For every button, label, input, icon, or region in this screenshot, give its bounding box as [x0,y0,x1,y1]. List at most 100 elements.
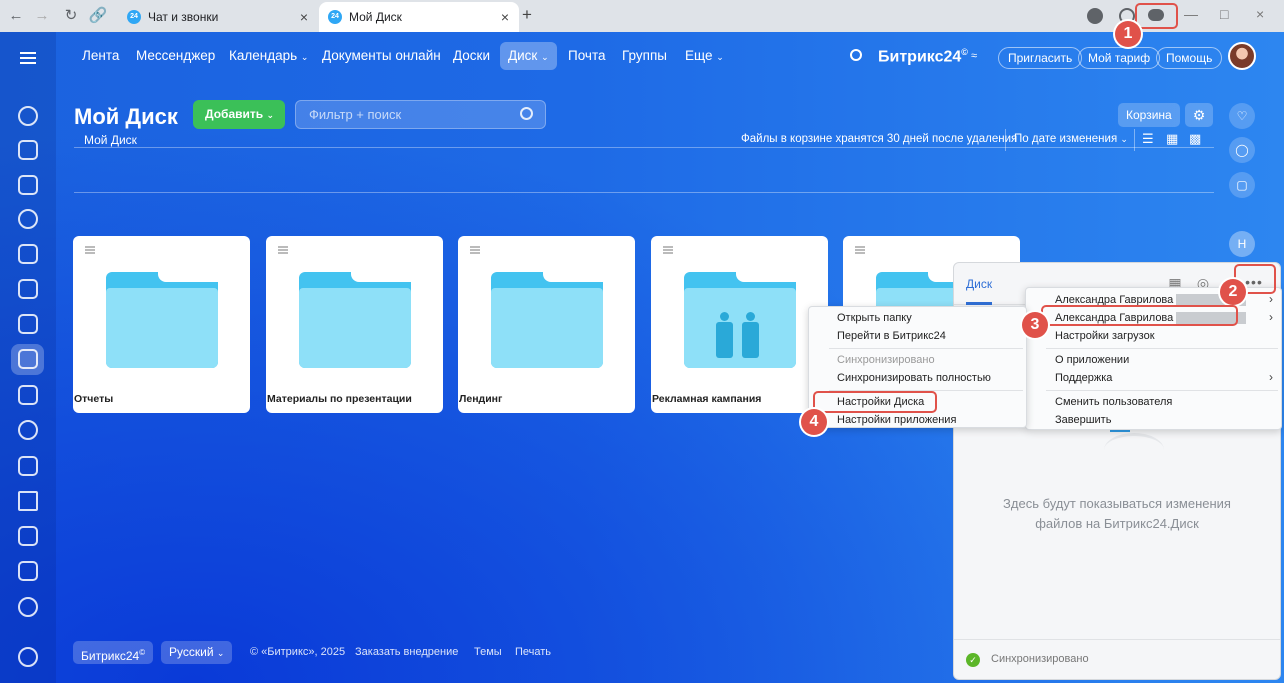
invite-button[interactable]: Пригласить [998,47,1083,69]
user-avatar[interactable] [1228,42,1256,70]
help-button[interactable]: Помощь [1156,47,1223,69]
menu-item-app-settings[interactable]: Настройки приложения [837,411,956,429]
notifications-icon[interactable]: ♡ [1229,103,1255,129]
drag-handle-icon[interactable] [855,246,865,248]
disk-status-bar: ✓ Синхронизировано [954,639,1280,679]
nav-calendar[interactable]: Календарь ⌄ [229,42,308,70]
menu-item-upload-settings[interactable]: Настройки загрузок [1055,327,1155,345]
nav-feed[interactable]: Лента [82,42,119,70]
close-tab-icon[interactable]: × [300,2,308,32]
folder-card[interactable]: Рекламная кампания [651,236,828,413]
drive-icon[interactable] [18,349,38,369]
rail-sync-icon[interactable]: ◯ [1229,137,1255,163]
calendar-icon[interactable] [18,244,38,264]
goals-icon[interactable] [18,597,38,617]
store-icon[interactable] [18,561,38,581]
nav-mail[interactable]: Почта [568,42,606,70]
trash-button[interactable]: Корзина [1118,103,1180,127]
menu-item-support[interactable]: Поддержка [1055,369,1112,387]
folder-icon [106,272,218,368]
folder-name: Рекламная кампания [652,393,762,405]
chevron-right-icon: › [1269,370,1273,384]
settings-icon[interactable] [18,647,38,667]
themes-link[interactable]: Темы [474,646,502,658]
print-link[interactable]: Печать [515,646,551,658]
language-selector[interactable]: Русский ⌄ [161,641,233,664]
close-tab-icon[interactable]: × [501,2,509,32]
menu-item-go-bitrix[interactable]: Перейти в Битрикс24 [837,327,946,345]
rail-chat-icon[interactable]: ▢ [1229,172,1255,198]
collab-icon[interactable] [18,209,38,229]
tile-view-icon[interactable]: ▩ [1189,132,1203,146]
menu-item-open-folder[interactable]: Открыть папку [837,309,912,327]
menu-item-sync-full[interactable]: Синхронизировать полностью [837,369,991,387]
browser-tab-chat[interactable]: 24 Чат и звонки × [118,2,318,32]
reload-icon[interactable]: ↻ [61,6,81,26]
rail-avatar[interactable]: Н [1229,231,1255,257]
footer-brand-button[interactable]: Битрикс24© [73,641,154,664]
chat-icon[interactable] [18,140,38,160]
board-icon[interactable] [18,314,38,334]
booking-icon[interactable] [18,526,38,546]
nav-docs[interactable]: Документы онлайн [322,42,441,70]
folder-icon [299,272,411,368]
drag-handle-icon[interactable] [85,246,95,248]
nav-groups[interactable]: Группы [622,42,667,70]
breadcrumb[interactable]: Мой Диск [84,133,137,147]
mail-icon[interactable] [18,385,38,405]
footer-brand-suffix: © [139,648,146,657]
brand-suffix: © [961,47,968,57]
feed-icon[interactable] [18,106,38,126]
download-icon[interactable] [1087,8,1103,24]
menu-icon[interactable] [20,52,36,54]
divider [74,192,1214,193]
order-link[interactable]: Заказать внедрение [355,646,458,658]
disk-settings-gear-icon[interactable]: ⚙ [1185,103,1213,127]
funnel-icon[interactable] [18,491,38,511]
drag-handle-icon[interactable] [663,246,673,248]
drag-handle-icon[interactable] [278,246,288,248]
sync-status: Синхронизировано [991,653,1089,665]
menu-item-about[interactable]: О приложении [1055,351,1129,369]
brand-settings-icon[interactable]: ≈ [971,50,977,62]
menu-item-quit[interactable]: Завершить [1055,411,1111,429]
tab-label: Мой Диск [349,10,402,24]
forward-icon[interactable]: → [32,6,52,26]
close-window-icon[interactable]: × [1256,6,1264,22]
add-button[interactable]: Добавить ⌄ [193,100,285,129]
drag-handle-icon[interactable] [470,246,480,248]
folder-card[interactable]: Лендинг [458,236,635,413]
sort-dropdown[interactable]: По дате изменения ⌄ [1014,133,1128,145]
search-icon[interactable] [850,49,862,61]
empty-state-text: Здесь будут показываться изменения файло… [984,494,1250,534]
highlight-disk-settings [813,391,937,413]
tariff-button[interactable]: Мой тариф [1078,47,1161,69]
list-view-icon[interactable]: ☰ [1142,132,1156,146]
nav-boards[interactable]: Доски [453,42,490,70]
nav-disk-label: Диск [508,48,538,63]
file-icon[interactable] [18,279,38,299]
trash-note: Файлы в корзине хранятся 30 дней после у… [741,133,1018,145]
menu-item-switch-user[interactable]: Сменить пользователя [1055,393,1172,411]
documents-icon[interactable] [18,175,38,195]
maximize-icon[interactable]: □ [1220,6,1228,22]
tab-label: Чат и звонки [148,10,219,24]
tasks-icon[interactable] [18,456,38,476]
bitrix-favicon-icon: 24 [127,10,141,24]
back-icon[interactable]: ← [6,6,26,26]
folder-card[interactable]: Материалы по презентации [266,236,443,413]
folder-card[interactable]: Отчеты [73,236,250,413]
divider [1005,129,1006,151]
disk-tab[interactable]: Диск [966,277,992,291]
nav-more[interactable]: Еще ⌄ [685,42,724,70]
groups-icon[interactable] [18,420,38,440]
grid-view-icon[interactable]: ▦ [1166,132,1180,146]
nav-messenger[interactable]: Мессенджер [136,42,215,70]
search-input[interactable]: Фильтр + поиск [295,100,546,129]
link-icon[interactable]: 🔗 [88,6,108,26]
new-tab-icon[interactable]: + [522,5,532,25]
minimize-icon[interactable]: — [1184,6,1198,22]
browser-tab-disk[interactable]: 24 Мой Диск × [319,2,519,32]
nav-disk[interactable]: Диск ⌄ [500,42,557,70]
empty-state-illustration [1104,433,1164,467]
